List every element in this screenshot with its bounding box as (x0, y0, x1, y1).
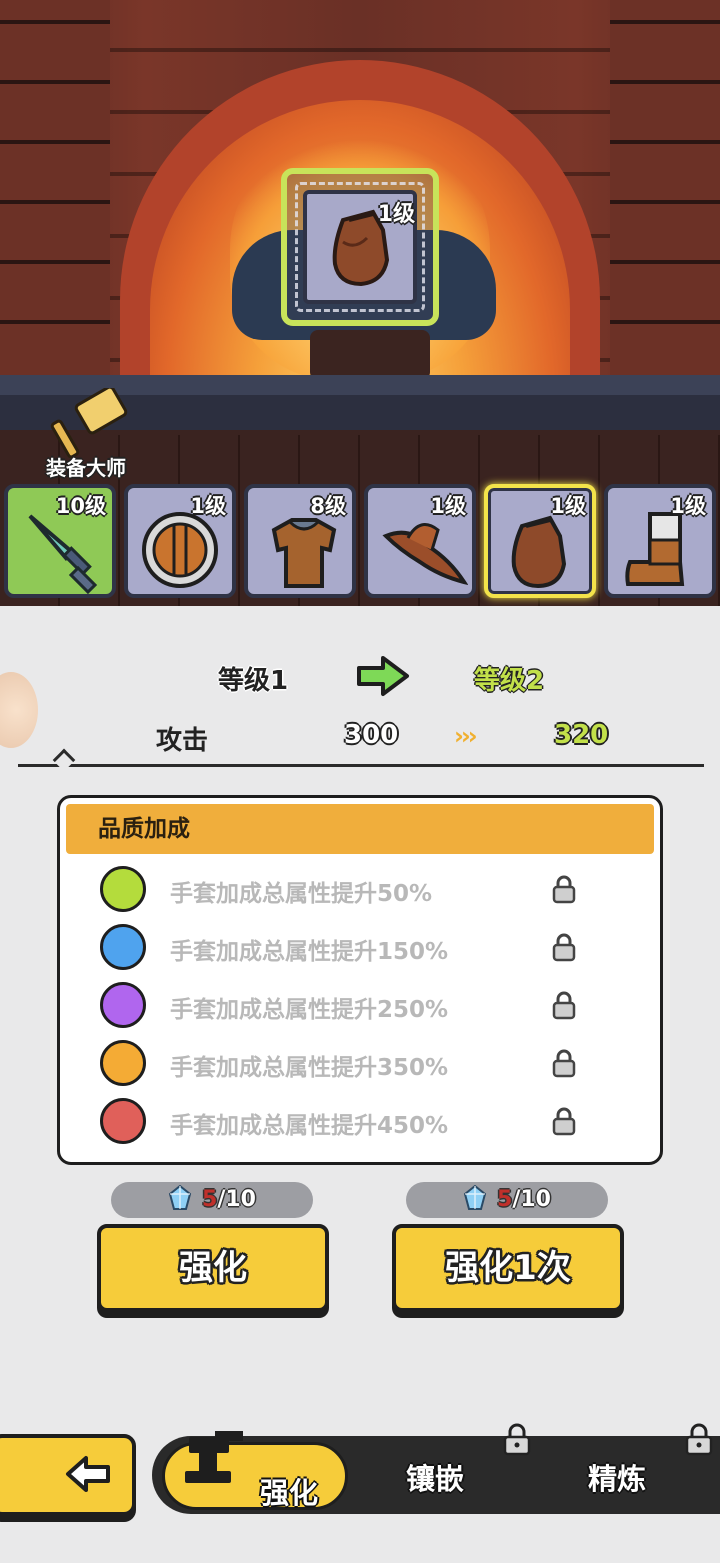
equip-level: 10级 (55, 494, 106, 518)
stat-name: 攻击 (156, 726, 209, 756)
equipment-master-label: 装备大师 (46, 456, 126, 480)
tab-enhance[interactable] (162, 1431, 348, 1510)
equip-level: 8级 (310, 494, 346, 518)
tab-enhance-label: 强化 (260, 1476, 319, 1510)
quality-row: 手套加成总属性提升450% (100, 1096, 630, 1146)
anvil-icon (185, 1431, 243, 1483)
next-level: 等级2 (474, 666, 545, 696)
selected-item-level: 1级 (377, 202, 415, 227)
quality-row-text: 手套加成总属性提升450% (170, 1113, 449, 1139)
equip-level: 1级 (430, 494, 466, 518)
quality-color-dot (100, 1040, 146, 1086)
cost-total: /10 (512, 1187, 551, 1212)
equipment-master-button[interactable]: 装备大师 (36, 388, 136, 482)
enhance-once-cost: 5/10 (406, 1182, 608, 1218)
quality-color-dot (100, 924, 146, 970)
back-button[interactable] (0, 1434, 136, 1516)
lock-icon (503, 1423, 531, 1456)
stat-current: 300 (344, 720, 399, 750)
stat-next: 320 (554, 720, 609, 750)
quality-row-text: 手套加成总属性提升50% (170, 881, 433, 907)
cost-total: /10 (217, 1187, 256, 1212)
arrow-right-icon (357, 656, 409, 696)
tab-refine[interactable]: 精炼 (588, 1456, 646, 1498)
avatar[interactable] (0, 672, 38, 748)
chevron-right-icon: ››› (454, 722, 478, 750)
lock-icon (552, 933, 576, 962)
quality-row-text: 手套加成总属性提升150% (170, 939, 449, 965)
enhance-button[interactable]: 强化 (97, 1224, 329, 1312)
equipment-row: 10级 1级 8级 1级 1级 1级 (4, 484, 716, 598)
brick-pillar-right (610, 0, 720, 380)
tab-inlay[interactable]: 镶嵌 (406, 1456, 464, 1498)
enhance-cost: 5/10 (111, 1182, 313, 1218)
divider (18, 764, 704, 767)
quality-bonus-title: 品质加成 (66, 804, 654, 854)
equip-slot-shield[interactable]: 1级 (124, 484, 236, 598)
quality-bonus-panel: 品质加成 手套加成总属性提升50% 手套加成总属性提升150% 手套加成总属性提… (57, 795, 663, 1165)
selected-item-slot[interactable]: 1级 (281, 168, 439, 326)
equip-slot-hat[interactable]: 1级 (364, 484, 476, 598)
lock-icon (552, 875, 576, 904)
quality-color-dot (100, 982, 146, 1028)
equip-slot-gloves[interactable]: 1级 (484, 484, 596, 598)
cost-current: 5 (497, 1187, 513, 1212)
equip-slot-armor[interactable]: 8级 (244, 484, 356, 598)
quality-row-text: 手套加成总属性提升350% (170, 1055, 449, 1081)
crystal-icon (463, 1185, 487, 1210)
equip-level: 1级 (670, 494, 706, 518)
quality-color-dot (100, 1098, 146, 1144)
forge-scene: 1级 装备大师 10级 1级 8级 1级 1级 1级 (0, 0, 720, 606)
enhance-once-button[interactable]: 强化1次 (392, 1224, 624, 1312)
lock-icon (552, 991, 576, 1020)
brick-pillar-left (0, 0, 110, 380)
lock-icon (685, 1423, 713, 1456)
quality-row: 手套加成总属性提升50% (100, 864, 630, 914)
quality-row-text: 手套加成总属性提升250% (170, 997, 449, 1023)
equip-slot-weapon[interactable]: 10级 (4, 484, 116, 598)
divider-pointer (52, 748, 76, 772)
quality-color-dot (100, 866, 146, 912)
hammer-icon (50, 388, 128, 458)
cost-current: 5 (202, 1187, 218, 1212)
arrow-left-icon (66, 1456, 110, 1492)
crystal-icon (168, 1185, 192, 1210)
equip-level: 1级 (550, 494, 586, 518)
equip-level: 1级 (190, 494, 226, 518)
lock-icon (552, 1049, 576, 1078)
quality-row: 手套加成总属性提升350% (100, 1038, 630, 1088)
quality-row: 手套加成总属性提升250% (100, 980, 630, 1030)
anvil-stand (310, 330, 430, 380)
equip-slot-boots[interactable]: 1级 (604, 484, 716, 598)
quality-row: 手套加成总属性提升150% (100, 922, 630, 972)
current-level: 等级1 (218, 666, 289, 696)
lock-icon (552, 1107, 576, 1136)
